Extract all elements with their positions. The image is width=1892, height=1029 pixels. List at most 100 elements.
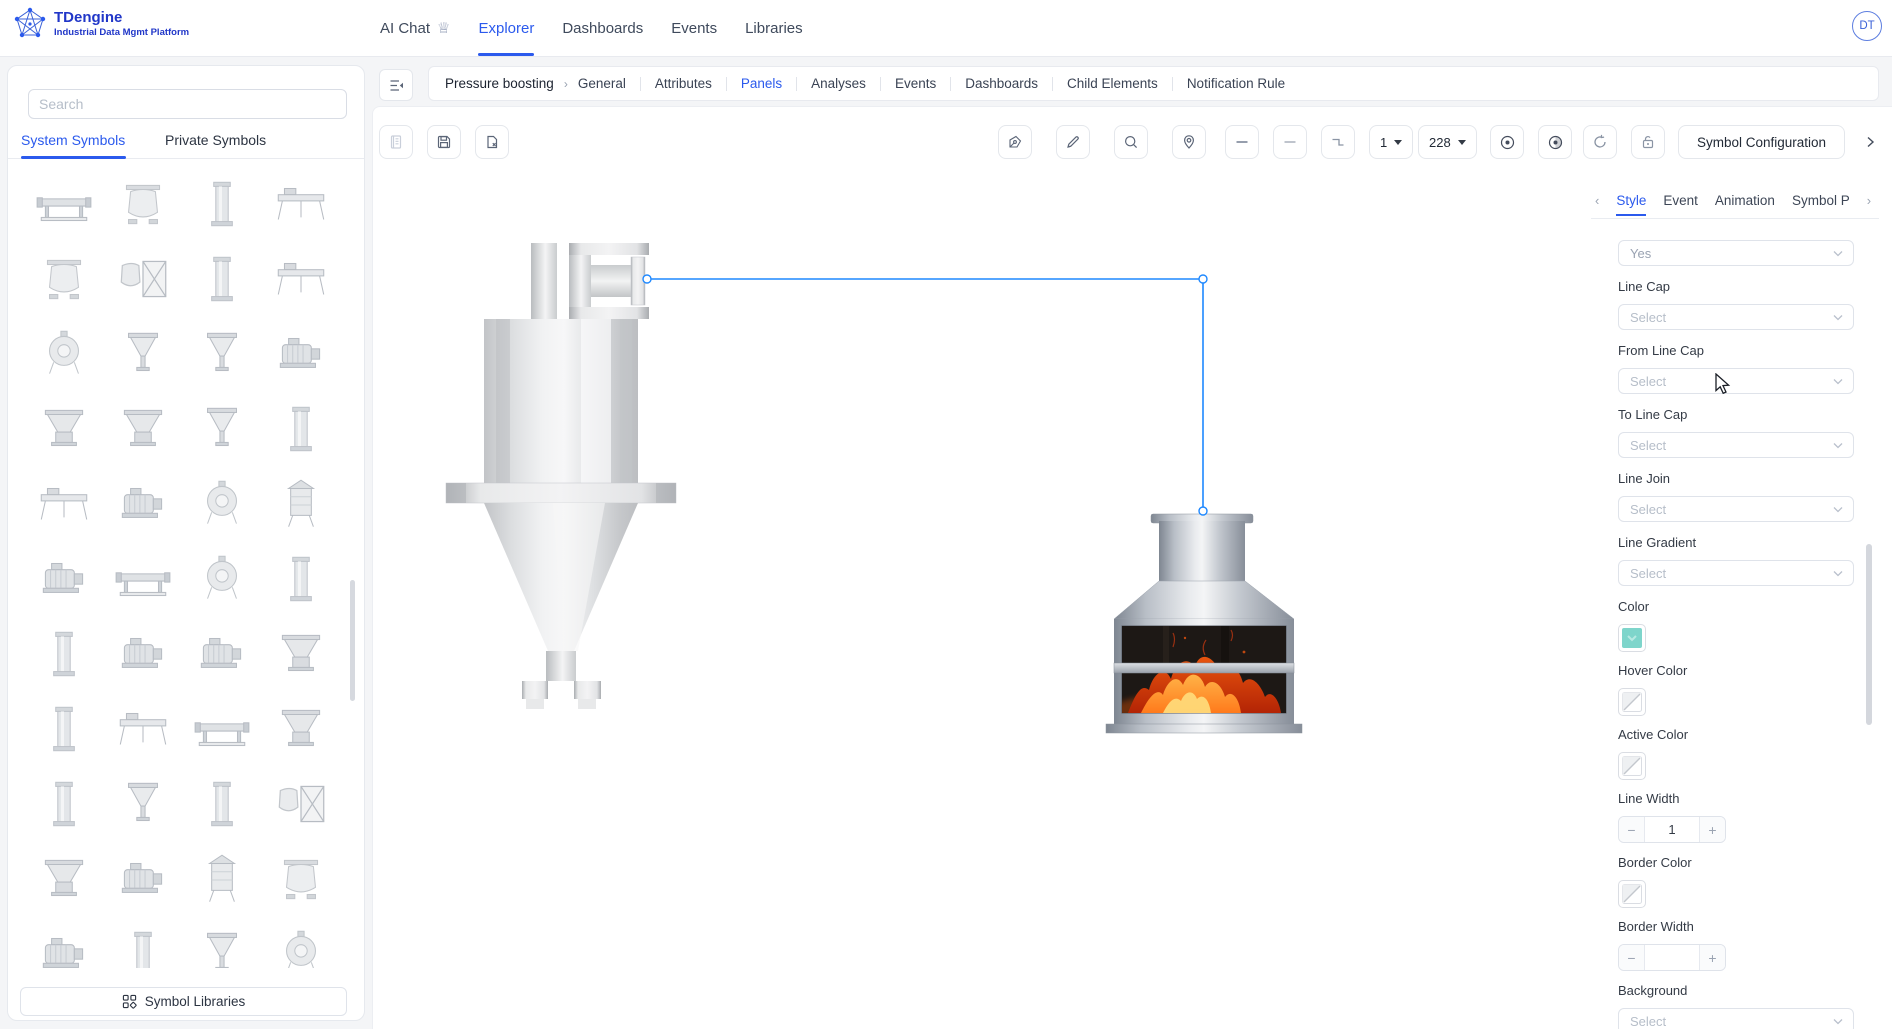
tab-symbol-properties[interactable]: Symbol P [1792,193,1850,216]
nav-dashboards[interactable]: Dashboards [562,0,643,56]
from-line-cap-select[interactable]: Select [1618,368,1854,394]
symbol-compact-unit[interactable] [263,541,339,616]
nav-ai-chat[interactable]: AI Chat ♕ [380,0,450,56]
blower-icon [112,628,174,680]
symbol-grinder[interactable] [263,616,339,691]
symbol-funnel-small[interactable] [105,766,181,841]
line-cap-select[interactable]: Select [1618,304,1854,330]
breadcrumb-root[interactable]: Pressure boosting [445,76,554,91]
symbol-mobile-mixer[interactable] [263,916,339,968]
line-gradient-select[interactable]: Select [1618,560,1854,586]
symbol-screw-unit[interactable] [184,691,260,766]
symbol-sidebar: System Symbols Private Symbols Symbol Li… [7,65,365,1021]
symbol-washer[interactable] [263,841,339,916]
symbol-mixer-vessel[interactable] [184,466,260,541]
panel-scrollbar[interactable] [1866,544,1872,725]
nav-explorer[interactable]: Explorer [478,0,534,56]
symbol-gauge-pump[interactable] [26,541,102,616]
nav-events[interactable]: Events [671,0,717,56]
tab-system-symbols[interactable]: System Symbols [21,132,125,148]
color-swatch[interactable] [1618,624,1646,652]
symbol-blower[interactable] [105,616,181,691]
symbol-cone-mill[interactable] [184,391,260,466]
connector-start-handle[interactable] [643,275,651,283]
breadcrumb-item-attributes[interactable]: Attributes [655,76,712,91]
line-width-value[interactable]: 1 [1645,817,1699,842]
symbol-machine-unit[interactable] [263,316,339,391]
symbol-shredder[interactable] [105,841,181,916]
background-select[interactable]: Select [1618,1008,1854,1029]
hover-color-swatch[interactable] [1618,688,1646,716]
symbol-lift-unit[interactable] [263,391,339,466]
symbol-belt-table[interactable] [263,241,339,316]
breadcrumb-item-general[interactable]: General [578,76,626,91]
canvas-symbol-cyclone-hopper[interactable] [446,243,676,709]
breadcrumb-item-child-elements[interactable]: Child Elements [1067,76,1158,91]
decrement-button[interactable]: − [1619,817,1645,842]
symbol-table-bed[interactable] [263,166,339,241]
symbol-hopper-cart[interactable] [263,691,339,766]
symbol-crusher[interactable] [105,391,181,466]
symbol-vibrating-table[interactable] [26,466,102,541]
symbol-dosing-unit[interactable] [105,466,181,541]
small-pump-icon [33,703,95,755]
symbol-storage-silo[interactable] [184,841,260,916]
breadcrumb-item-notification-rule[interactable]: Notification Rule [1187,76,1285,91]
tab-event[interactable]: Event [1663,193,1698,216]
symbol-tank-silo[interactable] [263,466,339,541]
symbol-dust-collector[interactable] [184,916,260,968]
increment-button[interactable]: + [1699,945,1725,970]
tab-animation[interactable]: Animation [1715,193,1775,216]
symbol-column-tank[interactable] [26,616,102,691]
connector-end-handle[interactable] [1199,507,1207,515]
symbol-drum-unit[interactable] [184,766,260,841]
symbol-roots-pump[interactable] [184,616,260,691]
canvas-symbol-melting-furnace[interactable] [1106,514,1302,733]
search-input[interactable] [28,89,347,119]
symbol-motor[interactable] [26,916,102,968]
symbol-frame-press[interactable] [263,766,339,841]
tab-style[interactable]: Style [1616,193,1646,216]
breadcrumb-item-panels[interactable]: Panels [741,76,782,91]
tabs-scroll-left-icon[interactable]: ‹ [1595,193,1599,216]
tabs-scroll-right-icon[interactable]: › [1867,193,1871,216]
symbol-mixer-tank[interactable] [26,316,102,391]
symbol-small-pump[interactable] [26,691,102,766]
symbol-press-frame[interactable] [184,166,260,241]
symbol-plate-feeder[interactable] [105,691,181,766]
symbol-disc-feeder[interactable] [26,391,102,466]
to-line-cap-select[interactable]: Select [1618,432,1854,458]
decrement-button[interactable]: − [1619,945,1645,970]
collapse-sidebar-button[interactable] [379,69,413,101]
connector-corner-handle[interactable] [1199,275,1207,283]
breadcrumb-item-dashboards[interactable]: Dashboards [965,76,1038,91]
sidebar-scrollbar[interactable] [350,580,355,701]
chute-icon [112,328,174,380]
symbol-vertical-funnel[interactable] [184,316,260,391]
symbol-hopper-frame[interactable] [105,166,181,241]
breadcrumb-item-events[interactable]: Events [895,76,936,91]
symbol-libraries-button[interactable]: Symbol Libraries [20,987,347,1016]
nav-libraries[interactable]: Libraries [745,0,803,56]
symbol-filter-column[interactable] [105,916,181,968]
increment-button[interactable]: + [1699,817,1725,842]
active-color-swatch[interactable] [1618,752,1646,780]
symbol-column-unit[interactable] [184,241,260,316]
field-label: Hover Color [1618,663,1854,679]
symbol-tip-hopper[interactable] [26,841,102,916]
breadcrumb-item-analyses[interactable]: Analyses [811,76,866,91]
border-color-swatch[interactable] [1618,880,1646,908]
symbol-bag-x-frame[interactable] [105,241,181,316]
line-join-select[interactable]: Select [1618,496,1854,522]
user-avatar[interactable]: DT [1852,11,1882,41]
symbol-rotary-valve[interactable] [184,541,260,616]
visible-select[interactable]: Yes [1618,240,1854,266]
border-width-value[interactable] [1645,945,1699,970]
symbol-screw-conveyor[interactable] [105,541,181,616]
symbol-bag-lift[interactable] [26,241,102,316]
connector-line[interactable] [643,275,1207,515]
symbol-chute[interactable] [105,316,181,391]
symbol-roller-conveyor[interactable] [26,166,102,241]
symbol-vertical-pump[interactable] [26,766,102,841]
tab-private-symbols[interactable]: Private Symbols [165,132,266,148]
